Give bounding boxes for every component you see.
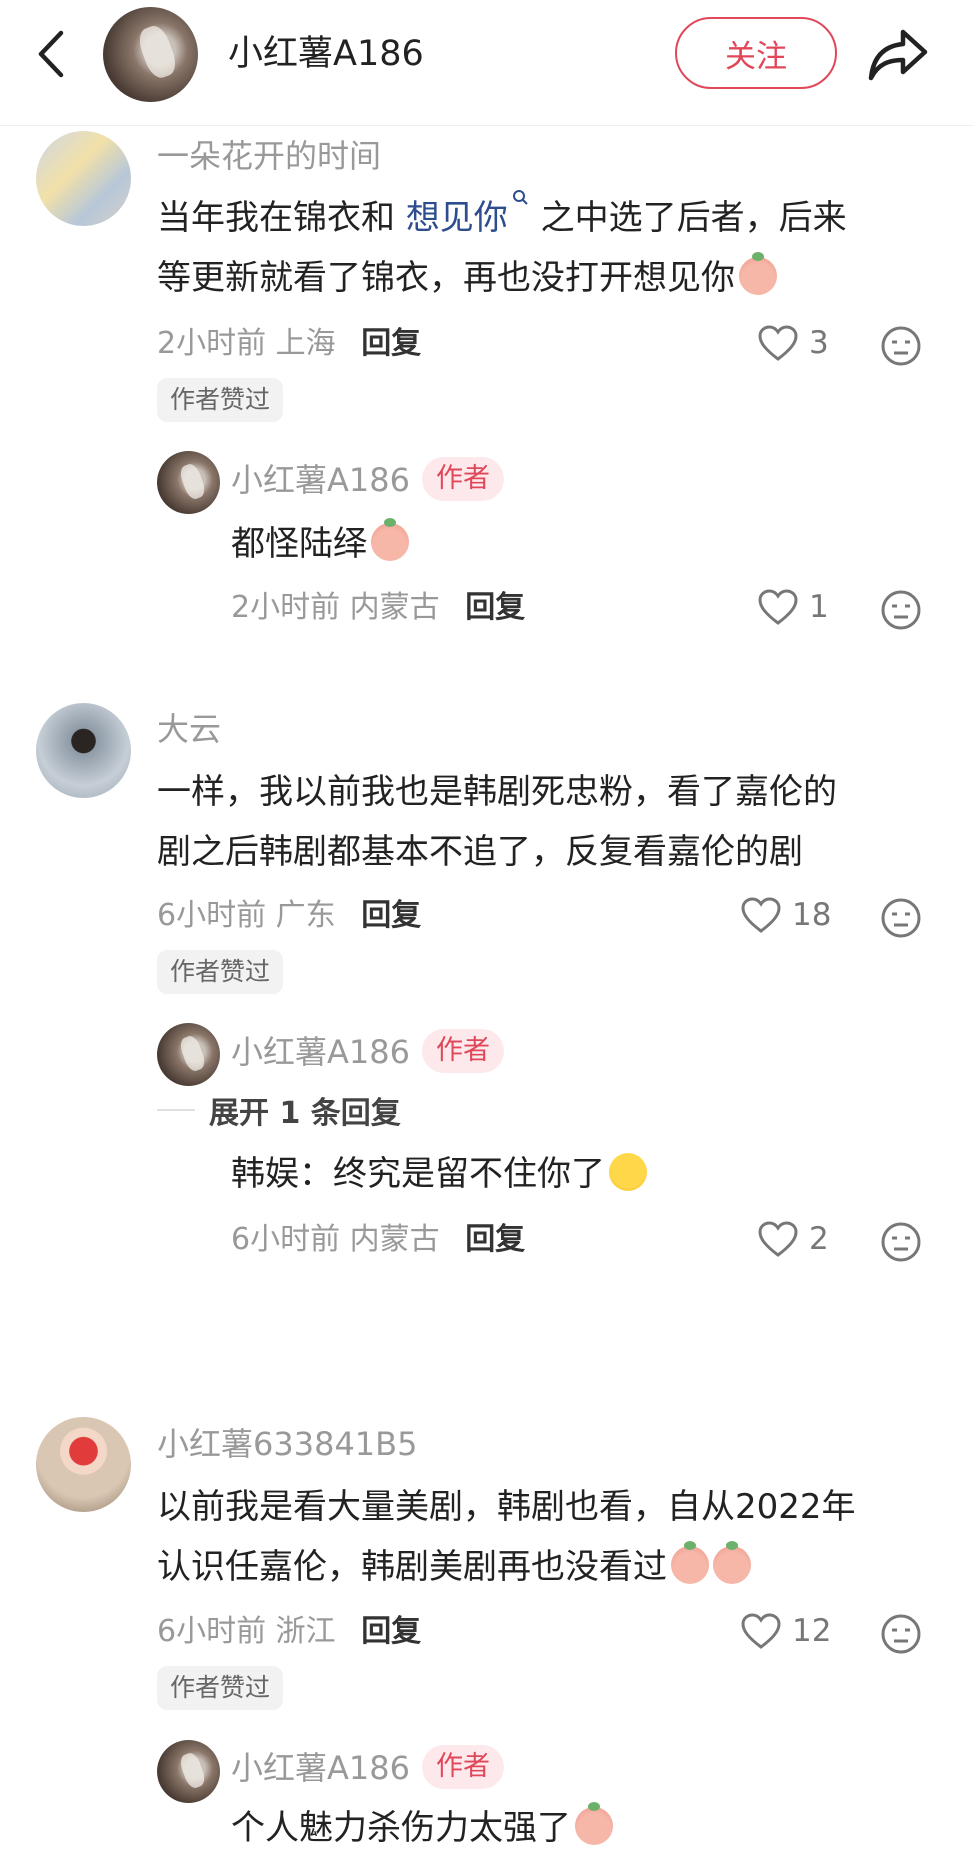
chevron-left-icon — [38, 30, 64, 78]
expand-divider — [157, 1109, 195, 1111]
follow-button[interactable]: 关注 — [675, 17, 837, 89]
reply-avatar[interactable] — [157, 1023, 220, 1086]
comment-text-line: 剧之后韩剧都基本不追了，反复看嘉伦的剧 — [157, 832, 803, 872]
sunglasses-emoji-icon — [575, 1802, 613, 1845]
dislike-face-icon[interactable] — [880, 897, 922, 939]
header-avatar[interactable] — [103, 7, 198, 102]
comment-meta: 6小时前 浙江 回复 — [157, 1610, 421, 1654]
reply-time: 2小时前 — [231, 590, 341, 625]
reply-username[interactable]: 小红薯A186 — [231, 1033, 410, 1071]
like-count: 18 — [792, 897, 832, 933]
like-button[interactable]: 18 — [740, 896, 831, 934]
like-count: 1 — [809, 589, 829, 625]
comment-text: 当年我在锦衣和 想见你 之中选了后者，后来 — [157, 188, 847, 248]
heart-icon — [758, 589, 798, 625]
commenter-username[interactable]: 一朵花开的时间 — [157, 133, 381, 179]
comment-meta: 2小时前 上海 回复 — [157, 322, 421, 366]
heart-icon — [741, 897, 781, 933]
reply-button[interactable]: 回复 — [465, 1222, 525, 1257]
reply-meta: 2小时前 内蒙古 回复 — [231, 586, 525, 630]
reply-text: 韩娱：终究是留不住你了 — [231, 1144, 647, 1204]
reply-username-row: 小红薯A186 作者 — [231, 1029, 504, 1075]
commenter-username[interactable]: 大云 — [157, 706, 221, 752]
reply-avatar[interactable] — [157, 1740, 220, 1803]
reply-avatar[interactable] — [157, 451, 220, 514]
comment-text-part: 等更新就看了锦衣，再也没打开想见你 — [157, 258, 735, 298]
dislike-face-icon[interactable] — [880, 325, 922, 367]
comment-meta: 6小时前 广东 回复 — [157, 894, 421, 938]
commenter-avatar[interactable] — [36, 1417, 131, 1512]
like-count: 3 — [809, 325, 829, 361]
reply-username-row: 小红薯A186 作者 — [231, 457, 504, 503]
reply-text-part: 个人魅力杀伤力太强了 — [231, 1808, 571, 1848]
search-icon — [512, 190, 528, 205]
search-link[interactable]: 想见你 — [405, 190, 530, 238]
commenter-avatar[interactable] — [36, 703, 131, 798]
header-username[interactable]: 小红薯A186 — [228, 26, 424, 82]
crying-emoji-icon — [739, 252, 777, 295]
reply-time: 6小时前 — [231, 1222, 341, 1257]
reply-location: 内蒙古 — [349, 590, 440, 625]
reply-button[interactable]: 回复 — [361, 898, 421, 933]
comment-time: 2小时前 — [157, 326, 267, 361]
comment-location: 上海 — [275, 326, 336, 361]
comment-text-part: 认识任嘉伦，韩剧美剧再也没看过 — [157, 1547, 667, 1587]
comment-text-line: 一样，我以前我也是韩剧死忠粉，看了嘉伦的 — [157, 772, 837, 812]
expand-replies-button[interactable]: 展开 1 条回复 — [157, 1088, 401, 1132]
author-tag: 作者 — [421, 1029, 504, 1073]
commenter-username[interactable]: 小红薯633841B5 — [157, 1421, 417, 1467]
like-count: 2 — [809, 1221, 829, 1257]
header-divider — [0, 125, 974, 126]
like-button[interactable]: 12 — [740, 1612, 831, 1650]
crying-emoji-icon — [671, 1541, 709, 1584]
heart-icon — [758, 325, 798, 361]
like-button[interactable]: 3 — [757, 324, 829, 362]
author-tag: 作者 — [421, 1745, 504, 1789]
comment-text-part: 之中选了后者，后来 — [540, 198, 847, 238]
reply-meta: 6小时前 内蒙古 回复 — [231, 1218, 525, 1262]
comment-location: 浙江 — [275, 1614, 336, 1649]
thinking-emoji-icon — [371, 518, 409, 561]
author-liked-badge: 作者赞过 — [157, 950, 284, 994]
like-button[interactable]: 1 — [757, 588, 829, 626]
like-count: 12 — [792, 1613, 832, 1649]
share-icon — [868, 29, 928, 81]
like-button[interactable]: 2 — [757, 1220, 829, 1258]
comment-location: 广东 — [275, 898, 336, 933]
laughing-emoji-icon — [609, 1153, 647, 1191]
reply-username[interactable]: 小红薯A186 — [231, 461, 410, 499]
author-liked-badge: 作者赞过 — [157, 378, 284, 422]
dislike-face-icon[interactable] — [880, 1221, 922, 1263]
reply-text: 个人魅力杀伤力太强了 — [231, 1798, 613, 1858]
reply-text-part: 都怪陆绎 — [231, 524, 367, 564]
author-tag: 作者 — [421, 457, 504, 501]
comment-text-line: 等更新就看了锦衣，再也没打开想见你 — [157, 248, 777, 308]
reply-text: 都怪陆绎 — [231, 514, 409, 574]
heart-icon — [741, 1613, 781, 1649]
expand-replies-label: 展开 1 条回复 — [209, 1096, 401, 1131]
search-link-label: 想见你 — [405, 198, 508, 238]
dislike-face-icon[interactable] — [880, 589, 922, 631]
crying-emoji-icon — [713, 1541, 751, 1584]
reply-button[interactable]: 回复 — [361, 326, 421, 361]
reply-location: 内蒙古 — [349, 1222, 440, 1257]
comment-time: 6小时前 — [157, 1614, 267, 1649]
heart-icon — [758, 1221, 798, 1257]
back-button[interactable] — [22, 22, 78, 86]
commenter-avatar[interactable] — [36, 131, 131, 226]
share-button[interactable] — [864, 20, 932, 88]
comment-text-line: 以前我是看大量美剧，韩剧也看，自从2022年 — [157, 1487, 856, 1527]
reply-button[interactable]: 回复 — [361, 1614, 421, 1649]
comment-time: 6小时前 — [157, 898, 267, 933]
comment-text-line: 认识任嘉伦，韩剧美剧再也没看过 — [157, 1537, 751, 1597]
reply-username[interactable]: 小红薯A186 — [231, 1749, 410, 1787]
reply-text-part: 韩娱：终究是留不住你了 — [231, 1154, 605, 1194]
comment-text-part: 当年我在锦衣和 — [157, 198, 395, 238]
reply-username-row: 小红薯A186 作者 — [231, 1745, 504, 1791]
author-liked-badge: 作者赞过 — [157, 1666, 284, 1710]
dislike-face-icon[interactable] — [880, 1613, 922, 1655]
reply-button[interactable]: 回复 — [465, 590, 525, 625]
